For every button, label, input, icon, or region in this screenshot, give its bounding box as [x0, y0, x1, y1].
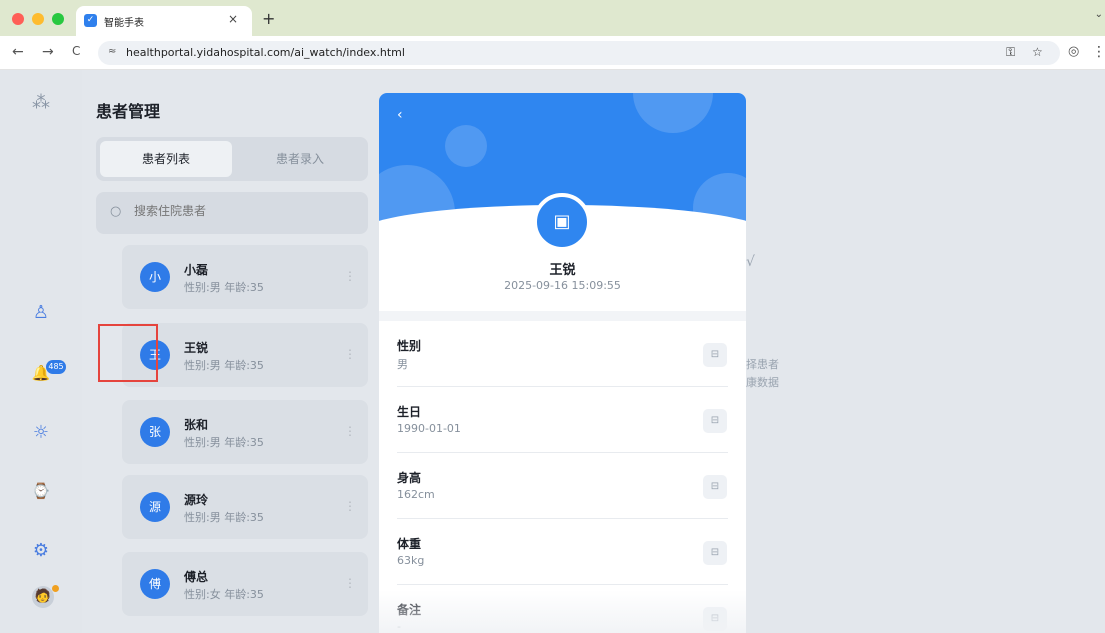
search-input[interactable] — [134, 204, 354, 218]
patient-meta: 性别:男 年龄:35 — [184, 359, 264, 372]
patient-avatar: 傅 — [140, 569, 170, 599]
forward-arrow-icon[interactable]: → — [42, 44, 54, 60]
search-box: ○ — [96, 192, 368, 234]
edit-icon[interactable]: ⊟ — [703, 475, 727, 499]
site-info-icon[interactable]: ≈ — [108, 46, 116, 57]
field-gender: 性别 男 ⊟ — [397, 321, 728, 387]
new-tab-icon[interactable]: + — [262, 9, 275, 28]
segment-control: 患者列表 患者录入 — [96, 137, 368, 181]
browser-tab[interactable]: ✓ 智能手表 × — [76, 6, 252, 36]
field-label: 身高 — [397, 471, 422, 485]
browser-tab-bar: ✓ 智能手表 × + ⌄ — [0, 0, 1105, 36]
empty-hint-line2: 康数据 — [746, 376, 779, 389]
patient-avatar: 张 — [140, 417, 170, 447]
scroll-fade — [379, 590, 746, 633]
search-icon: ○ — [110, 204, 122, 219]
field-value: 63kg — [397, 554, 425, 567]
more-options-icon[interactable]: ⋮ — [344, 576, 356, 590]
watch-nav-icon[interactable]: ⌚ — [30, 480, 52, 502]
password-key-icon[interactable]: ⚿ — [1006, 45, 1015, 60]
patient-name: 源玲 — [184, 493, 209, 507]
more-options-icon[interactable]: ⋮ — [344, 347, 356, 361]
app-logo-icon: ⁂ — [32, 92, 50, 113]
bookmark-star-icon[interactable]: ☆ — [1032, 45, 1043, 59]
field-label: 性别 — [397, 339, 422, 353]
patient-meta: 性别:男 年龄:35 — [184, 281, 264, 294]
patient-card[interactable]: 源 源玲 性别:男 年龄:35 ⋮ — [122, 475, 368, 539]
notification-badge: 485 — [46, 360, 66, 374]
browser-menu-icon[interactable]: ⋮ — [1092, 44, 1105, 60]
more-options-icon[interactable]: ⋮ — [344, 499, 356, 513]
profile-photo-icon[interactable]: ▣ — [533, 193, 591, 251]
address-bar: ← → C ≈ healthportal.yidahospital.com/ai… — [0, 36, 1105, 70]
patient-name: 王锐 — [184, 341, 209, 355]
window-minimize-button[interactable] — [32, 13, 44, 25]
tab-patient-entry[interactable]: 患者录入 — [236, 141, 364, 177]
field-weight: 体重 63kg ⊟ — [397, 519, 728, 585]
detail-timestamp: 2025-09-16 15:09:55 — [504, 279, 621, 292]
sidebar: ⁂ ♙ 🔔 485 ☼ ⌚ ⚙ 🧑 — [0, 70, 82, 633]
patient-meta: 性别:男 年龄:35 — [184, 436, 264, 449]
empty-hint-line1: 择患者 — [746, 358, 779, 371]
page-title: 患者管理 — [96, 102, 161, 121]
profile-icon[interactable]: ◎ — [1068, 44, 1079, 59]
tab-favicon-icon: ✓ — [84, 14, 97, 27]
tab-search-chevron-icon[interactable]: ⌄ — [1095, 9, 1103, 20]
decor-bubble — [445, 125, 487, 167]
patient-avatar: 源 — [140, 492, 170, 522]
settings-nav-icon[interactable]: ⚙ — [30, 540, 52, 562]
more-options-icon[interactable]: ⋮ — [344, 269, 356, 283]
patient-detail-card: ‹ ▣ 王锐 2025-09-16 15:09:55 性别 男 ⊟ 生日 199… — [379, 93, 746, 633]
patient-name: 小磊 — [184, 263, 209, 277]
tab-patient-list[interactable]: 患者列表 — [100, 141, 232, 177]
theme-nav-icon[interactable]: ☼ — [30, 422, 52, 444]
window-close-button[interactable] — [12, 13, 24, 25]
reload-icon[interactable]: C — [72, 44, 80, 58]
field-value: 162cm — [397, 488, 435, 501]
patient-card[interactable]: 王 王锐 性别:男 年龄:35 ⋮ — [122, 323, 368, 387]
field-birthday: 生日 1990-01-01 ⊟ — [397, 387, 728, 453]
decor-bubble — [633, 93, 713, 133]
patient-meta: 性别:女 年龄:35 — [184, 588, 264, 601]
pulse-icon: √ — [746, 254, 755, 270]
patient-avatar: 小 — [140, 262, 170, 292]
more-options-icon[interactable]: ⋮ — [344, 424, 356, 438]
section-divider — [379, 311, 746, 321]
url-field[interactable]: ≈ healthportal.yidahospital.com/ai_watch… — [98, 41, 1060, 65]
tab-close-icon[interactable]: × — [228, 12, 238, 26]
patient-card[interactable]: 小 小磊 性别:男 年龄:35 ⋮ — [122, 245, 368, 309]
user-avatar[interactable]: 🧑 — [32, 586, 54, 608]
field-height: 身高 162cm ⊟ — [397, 453, 728, 519]
edit-icon[interactable]: ⊟ — [703, 541, 727, 565]
back-arrow-icon[interactable]: ← — [12, 44, 24, 60]
status-dot — [52, 585, 59, 592]
edit-icon[interactable]: ⊟ — [703, 343, 727, 367]
patients-nav-icon[interactable]: ♙ — [30, 302, 52, 324]
tab-title: 智能手表 — [104, 18, 144, 29]
back-chevron-icon[interactable]: ‹ — [397, 107, 403, 123]
window-zoom-button[interactable] — [52, 13, 64, 25]
patient-name: 张和 — [184, 418, 209, 432]
url-text[interactable]: healthportal.yidahospital.com/ai_watch/i… — [126, 46, 405, 59]
patient-meta: 性别:男 年龄:35 — [184, 511, 264, 524]
patient-card[interactable]: 张 张和 性别:男 年龄:35 ⋮ — [122, 400, 368, 464]
edit-icon[interactable]: ⊟ — [703, 409, 727, 433]
selection-highlight — [98, 324, 158, 382]
field-label: 生日 — [397, 405, 422, 419]
field-label: 体重 — [397, 537, 422, 551]
field-value: 1990-01-01 — [397, 422, 461, 435]
detail-patient-name: 王锐 — [549, 263, 576, 278]
patient-card[interactable]: 傅 傅总 性别:女 年龄:35 ⋮ — [122, 552, 368, 616]
field-value: 男 — [397, 358, 408, 371]
patient-name: 傅总 — [184, 570, 209, 584]
